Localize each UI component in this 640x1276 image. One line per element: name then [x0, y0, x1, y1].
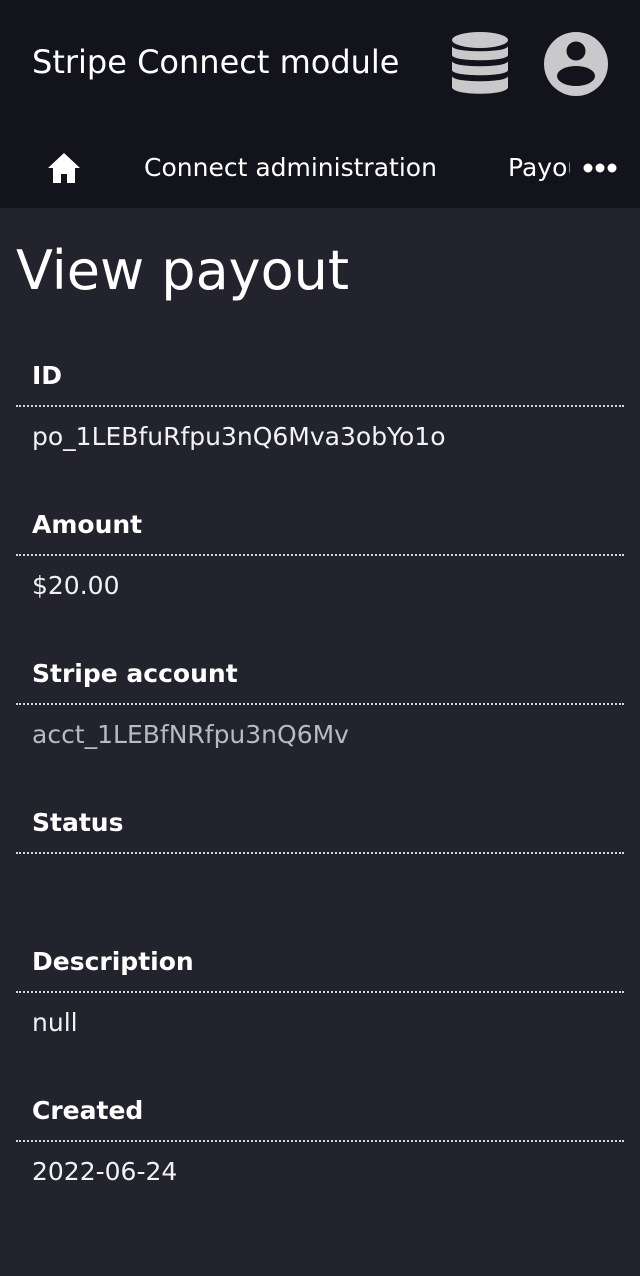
field-amount: Amount $20.00 [16, 493, 624, 616]
field-label: Status [16, 791, 624, 854]
field-stripe-account: Stripe account acct_1LEBfNRfpu3nQ6Mv [16, 642, 624, 765]
main-navigation: Connect administration Payouts [0, 128, 640, 208]
database-icon [452, 32, 508, 94]
top-header: Stripe Connect module [0, 0, 640, 128]
database-button[interactable] [447, 31, 513, 97]
field-description: Description null [16, 930, 624, 1053]
main-content: View payout ID po_1LEBfuRfpu3nQ6Mva3obYo… [0, 208, 640, 1202]
field-status: Status [16, 791, 624, 904]
app-title: Stripe Connect module [32, 43, 400, 81]
field-id: ID po_1LEBfuRfpu3nQ6Mva3obYo1o [16, 344, 624, 467]
field-label: ID [16, 344, 624, 407]
field-value [16, 854, 624, 904]
user-account-icon [544, 32, 608, 96]
page-title: View payout [16, 239, 350, 302]
field-value: $20.00 [32, 571, 120, 600]
nav-home-link[interactable] [44, 148, 84, 188]
field-label: Amount [16, 493, 624, 556]
more-horizontal-icon [583, 163, 617, 173]
field-label: Description [16, 930, 624, 993]
field-value: 2022-06-24 [32, 1157, 178, 1186]
field-label: Stripe account [16, 642, 624, 705]
stripe-account-link[interactable]: acct_1LEBfNRfpu3nQ6Mv [16, 705, 624, 765]
field-value: null [32, 1008, 78, 1037]
field-value: po_1LEBfuRfpu3nQ6Mva3obYo1o [32, 422, 446, 451]
field-created: Created 2022-06-24 [16, 1079, 624, 1202]
nav-payouts[interactable]: Payouts [508, 128, 570, 208]
nav-connect-administration[interactable]: Connect administration [144, 128, 437, 208]
user-account-button[interactable] [543, 31, 609, 97]
nav-more-button[interactable] [576, 148, 624, 188]
home-icon [48, 153, 80, 183]
field-label: Created [16, 1079, 624, 1142]
